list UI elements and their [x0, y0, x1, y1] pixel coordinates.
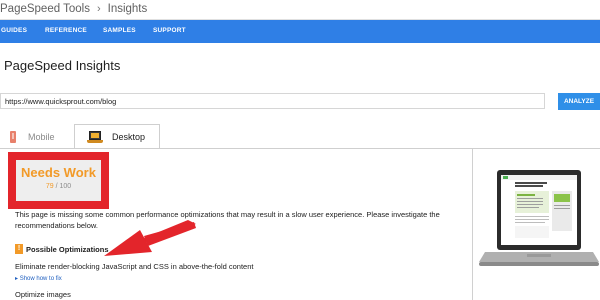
phone-icon	[10, 130, 16, 143]
red-arrow-annotation	[104, 220, 196, 256]
breadcrumb-bar: PageSpeed Tools › Insights	[0, 0, 600, 20]
page-title: PageSpeed Insights	[4, 58, 121, 73]
possible-optimizations-heading: ! Possible Optimizations	[15, 244, 109, 254]
desktop-preview-image	[479, 170, 599, 266]
nav-reference[interactable]: REFERENCE	[45, 27, 87, 34]
nav-support[interactable]: SUPPORT	[153, 27, 186, 34]
score-card: Needs Work 79 / 100	[16, 160, 101, 201]
possible-optimizations-label: Possible Optimizations	[26, 244, 109, 254]
score-number: 79	[45, 183, 54, 190]
tabs-divider	[0, 148, 600, 149]
breadcrumb-root-link[interactable]: PageSpeed Tools	[0, 3, 90, 15]
desktop-icon	[87, 130, 103, 143]
warning-icon: !	[15, 244, 23, 254]
analyze-button[interactable]: ANALYZE	[558, 93, 600, 110]
score-highlight-box: Needs Work 79 / 100	[8, 152, 109, 209]
tab-desktop-label: Desktop	[112, 131, 146, 142]
tab-mobile-label: Mobile	[28, 131, 55, 142]
tab-mobile[interactable]: Mobile	[10, 124, 55, 149]
show-how-to-fix-link[interactable]: ▸ Show how to fix	[15, 275, 62, 282]
score-value: 79 / 100	[16, 183, 101, 190]
breadcrumb-separator: ›	[96, 3, 101, 15]
score-verdict: Needs Work	[21, 165, 96, 180]
breadcrumb: PageSpeed Tools › Insights	[0, 3, 147, 15]
url-input[interactable]	[0, 93, 545, 109]
content-divider	[472, 149, 473, 300]
optimization-item-title: Optimize images	[15, 290, 71, 299]
summary-text: This page is missing some common perform…	[15, 210, 440, 230]
nav-guides[interactable]: GUIDES	[1, 27, 27, 34]
score-out-of: / 100	[55, 183, 72, 190]
breadcrumb-current: Insights	[107, 3, 148, 15]
nav-bar: GUIDES REFERENCE SAMPLES SUPPORT	[0, 20, 600, 43]
optimization-item-title: Eliminate render-blocking JavaScript and…	[15, 262, 254, 271]
nav-samples[interactable]: SAMPLES	[103, 27, 136, 34]
tab-desktop[interactable]: Desktop	[74, 124, 160, 149]
